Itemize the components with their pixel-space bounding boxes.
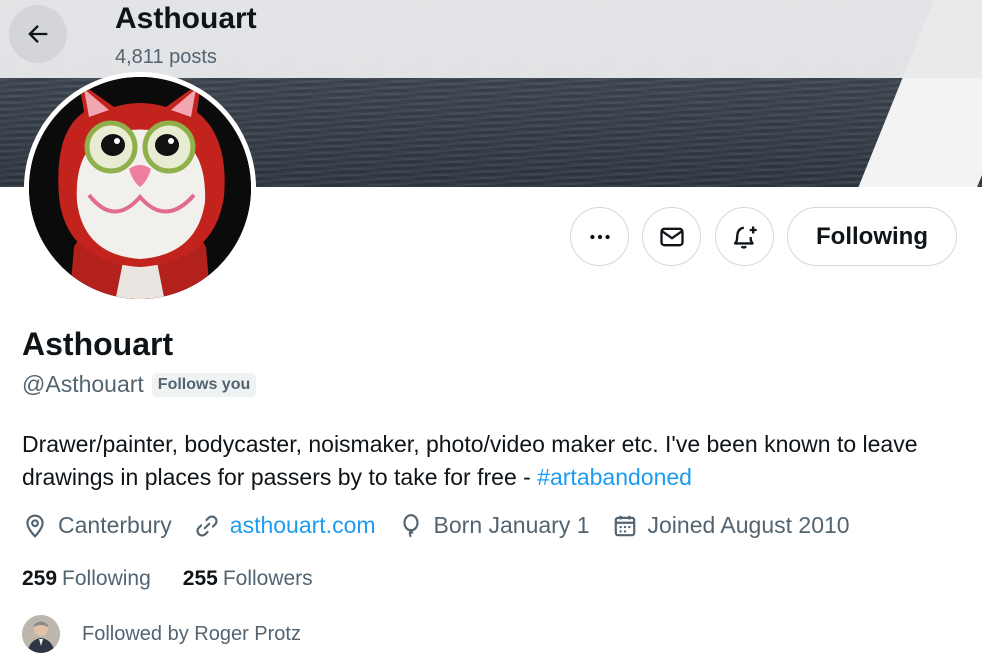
cat-sculpture-image bbox=[29, 77, 251, 299]
follows-you-badge: Follows you bbox=[151, 372, 257, 397]
birthday-text: Born January 1 bbox=[433, 512, 590, 538]
website-link[interactable]: asthouart.com bbox=[230, 512, 376, 539]
profile-display-name: Asthouart bbox=[22, 326, 174, 362]
balloon-icon bbox=[402, 513, 419, 538]
followers-stat-link[interactable]: 255 Followers bbox=[183, 567, 313, 591]
joined-text: Joined August 2010 bbox=[647, 512, 850, 538]
profile-header-bar: Asthouart 4,811 posts bbox=[0, 0, 982, 78]
following-button[interactable]: Following bbox=[787, 207, 957, 266]
following-label: Following bbox=[62, 567, 151, 590]
bio-hashtag-link[interactable]: #artabandoned bbox=[537, 464, 692, 490]
followers-label: Followers bbox=[222, 567, 313, 590]
profile-handle: @Asthouart bbox=[22, 371, 144, 397]
link-icon bbox=[196, 514, 218, 537]
location-pin-icon bbox=[26, 514, 44, 538]
website-item: asthouart.com bbox=[194, 512, 376, 539]
notifications-button[interactable] bbox=[715, 207, 774, 266]
location-text: Canterbury bbox=[58, 512, 172, 538]
following-count: 259 bbox=[22, 567, 58, 590]
header-post-count: 4,811 posts bbox=[115, 46, 217, 68]
following-stat-link[interactable]: 259 Following bbox=[22, 567, 151, 591]
handle-row: @Asthouart Follows you bbox=[22, 371, 257, 398]
calendar-icon bbox=[614, 515, 635, 536]
envelope-icon bbox=[659, 227, 684, 246]
profile-bio: Drawer/painter, bodycaster, noismaker, p… bbox=[22, 428, 972, 494]
header-title: Asthouart bbox=[115, 2, 257, 35]
location-item: Canterbury bbox=[22, 512, 172, 539]
profile-avatar[interactable] bbox=[24, 72, 256, 304]
follow-stats: 259 Following 255 Followers bbox=[22, 567, 345, 591]
followed-by-row[interactable]: Followed by Roger Protz bbox=[22, 615, 301, 653]
birthday-item: Born January 1 bbox=[398, 512, 590, 539]
follower-avatar bbox=[22, 615, 60, 653]
back-button[interactable] bbox=[9, 5, 67, 63]
message-button[interactable] bbox=[642, 207, 701, 266]
ellipsis-icon bbox=[589, 234, 610, 239]
profile-meta: Canterbury asthouart.com Born January 1 … bbox=[22, 512, 872, 539]
followers-count: 255 bbox=[182, 567, 218, 590]
bio-text: Drawer/painter, bodycaster, noismaker, p… bbox=[22, 431, 918, 490]
joined-item: Joined August 2010 bbox=[612, 512, 850, 539]
avatar-image bbox=[29, 77, 251, 299]
bell-plus-icon bbox=[733, 226, 757, 249]
more-options-button[interactable] bbox=[570, 207, 629, 266]
arrow-left-icon bbox=[28, 25, 48, 43]
followed-by-text: Followed by Roger Protz bbox=[82, 622, 301, 645]
